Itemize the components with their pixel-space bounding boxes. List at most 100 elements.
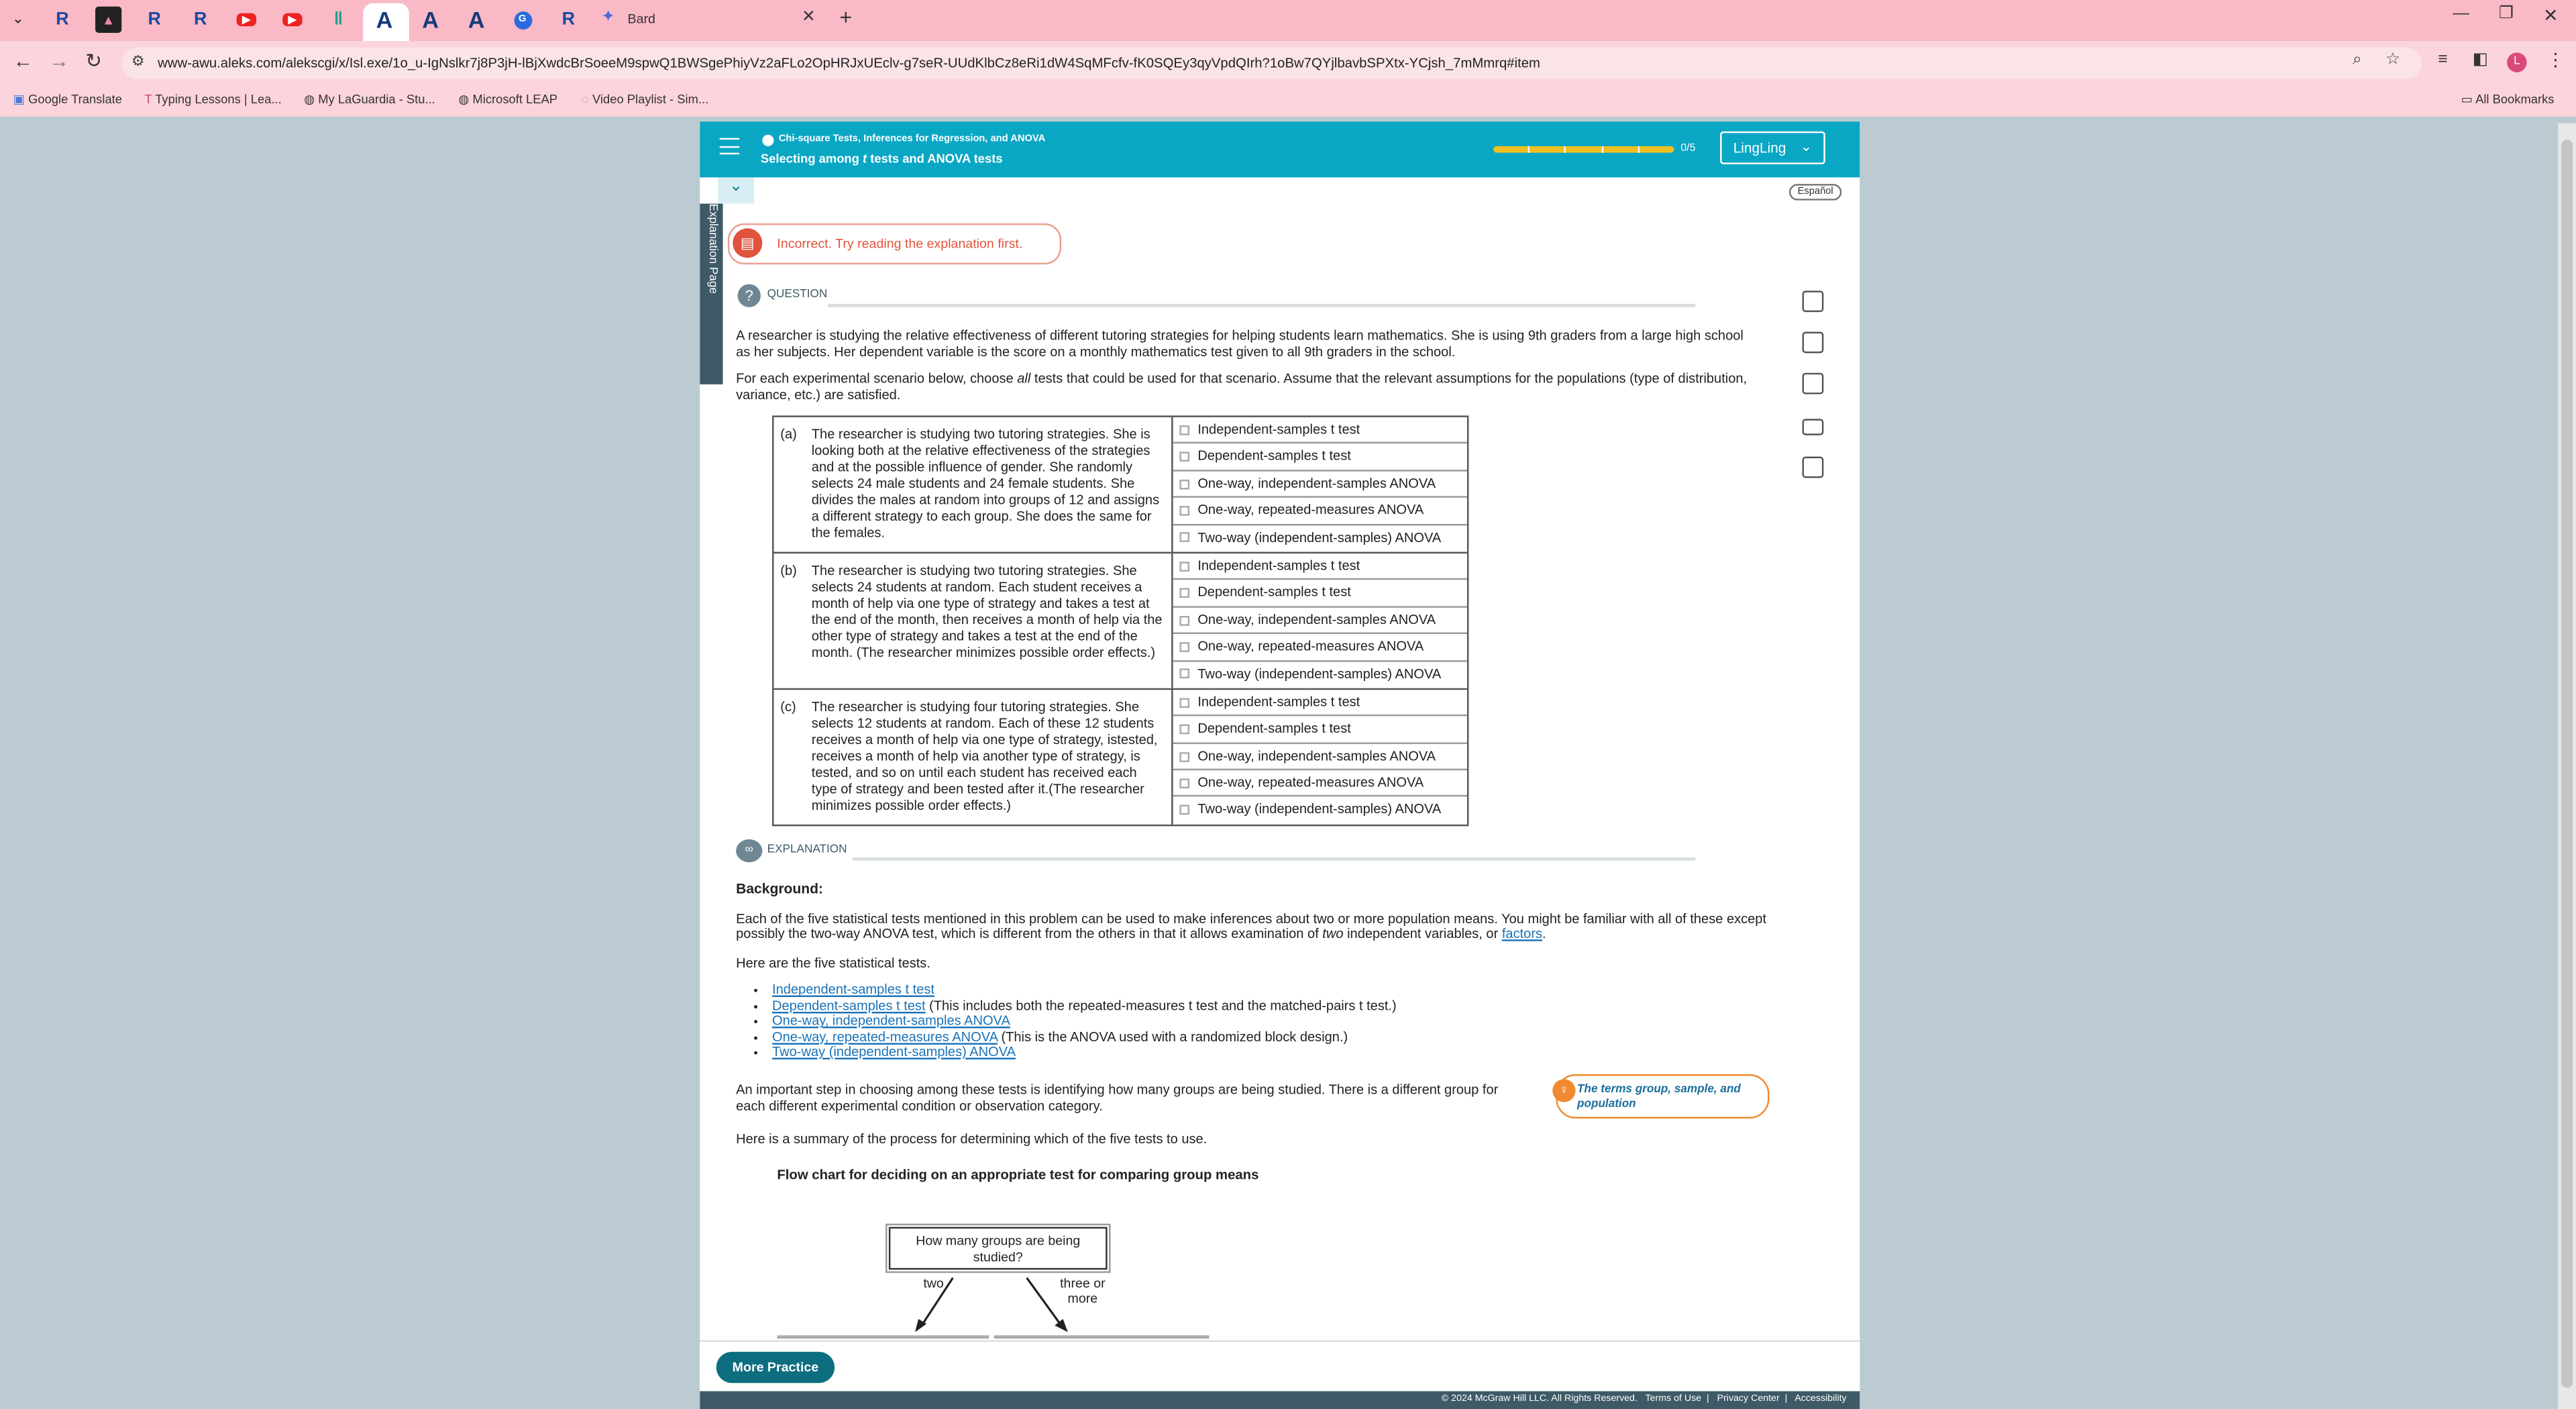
terms-link[interactable]: Terms of Use [1646, 1394, 1702, 1404]
tab-icon-aleks-1[interactable]: R [49, 7, 75, 33]
close-icon[interactable]: ✕ [802, 8, 816, 26]
option-checkbox[interactable]: Independent-samples t test [1173, 690, 1467, 717]
option-label: One-way, repeated-measures ANOVA [1197, 775, 1424, 790]
option-checkbox[interactable]: One-way, independent-samples ANOVA [1173, 471, 1467, 499]
hamburger-menu-icon[interactable] [719, 138, 740, 155]
test-link[interactable]: One-way, independent-samples ANOVA [772, 1014, 1010, 1029]
tab-icon-a-2[interactable]: A [417, 7, 443, 33]
checkbox[interactable] [1179, 452, 1190, 462]
option-checkbox[interactable]: Independent-samples t test [1173, 417, 1467, 444]
star-icon[interactable]: ☆ [2385, 51, 2400, 69]
option-checkbox[interactable]: Dependent-samples t test [1173, 580, 1467, 608]
option-checkbox[interactable]: Dependent-samples t test [1173, 717, 1467, 744]
bookmark-label: Google Translate [28, 92, 122, 107]
test-link[interactable]: Dependent-samples t test [772, 998, 925, 1013]
tab-bard[interactable]: ✦ Bard ✕ [595, 5, 832, 38]
collapse-tab[interactable]: ⌄ [718, 177, 755, 204]
scrollbar[interactable] [2558, 123, 2576, 1409]
test-list-item: One-way, repeated-measures ANOVA (This i… [772, 1029, 1774, 1045]
side-panel-icon[interactable]: ◧ [2473, 51, 2488, 69]
zoom-icon[interactable]: ⌕ [2353, 51, 2362, 69]
option-label: Dependent-samples t test [1197, 449, 1351, 464]
factors-link[interactable]: factors [1502, 927, 1542, 941]
checkbox[interactable] [1179, 778, 1190, 788]
checkbox[interactable] [1179, 724, 1190, 735]
site-info-icon[interactable]: ⚙ [131, 52, 145, 70]
scenario-description: (a) The researcher is studying two tutori… [773, 417, 1173, 552]
accessibility-link[interactable]: Accessibility [1794, 1394, 1846, 1404]
tab-icon-youtube-1[interactable]: ▶ [233, 7, 260, 33]
restore-icon[interactable]: ❐ [2499, 5, 2514, 23]
bookmark-leap[interactable]: ◍ Microsoft LEAP [458, 92, 557, 107]
checkbox[interactable] [1179, 751, 1190, 762]
option-label: One-way, independent-samples ANOVA [1197, 612, 1436, 627]
option-checkbox[interactable]: Two-way (independent-samples) ANOVA [1173, 525, 1467, 552]
minimize-icon[interactable]: — [2453, 5, 2469, 23]
privacy-link[interactable]: Privacy Center [1717, 1394, 1780, 1404]
data-icon[interactable] [1802, 372, 1824, 395]
mail-icon[interactable] [1802, 419, 1824, 435]
bookmarks-bar: ▣ Google Translate T Typing Lessons | Le… [0, 85, 2576, 117]
bookmark-video[interactable]: ◌ Video Playlist - Sim... [582, 92, 708, 107]
test-list-item: Dependent-samples t test (This includes … [772, 998, 1774, 1014]
checkbox[interactable] [1179, 805, 1190, 815]
checkbox[interactable] [1179, 615, 1190, 625]
all-bookmarks[interactable]: ▭ All Bookmarks [2461, 92, 2555, 107]
checkbox[interactable] [1179, 697, 1190, 708]
forward-icon[interactable]: → [49, 49, 68, 72]
bookmark-google-translate[interactable]: ▣ Google Translate [13, 92, 122, 107]
tab-icon-chart[interactable]: ‖ [325, 7, 352, 33]
calculator-off-icon[interactable] [1802, 291, 1824, 313]
close-window-icon[interactable]: ✕ [2543, 5, 2559, 26]
checkbox[interactable] [1179, 642, 1190, 652]
option-checkbox[interactable]: Independent-samples t test [1173, 554, 1467, 580]
user-menu-button[interactable]: LingLing ⌄ [1720, 131, 1825, 164]
checkbox[interactable] [1179, 669, 1190, 679]
address-bar[interactable]: ⚙ www-awu.aleks.com/alekscgi/x/Isl.exe/1… [121, 47, 2422, 79]
tab-icon-game[interactable]: ▲ [95, 6, 122, 33]
tab-bard-label: Bard [627, 11, 655, 27]
checkbox[interactable] [1179, 588, 1190, 598]
profile-avatar[interactable]: L [2507, 52, 2527, 72]
tip-box[interactable]: ♀ The terms group, sample, and populatio… [1552, 1074, 1770, 1119]
test-link[interactable]: Independent-samples t test [772, 983, 934, 998]
tab-search-icon[interactable]: ⌄ [8, 10, 28, 30]
scrollbar-thumb[interactable] [2561, 140, 2573, 1388]
tab-icon-youtube-2[interactable]: ▶ [279, 7, 305, 33]
back-icon[interactable]: ← [13, 49, 33, 72]
bookmark-label: Microsoft LEAP [472, 92, 558, 107]
bookmark-label: Video Playlist - Sim... [592, 92, 709, 107]
option-checkbox[interactable]: Dependent-samples t test [1173, 444, 1467, 472]
bookmark-laguardia[interactable]: ◍ My LaGuardia - Stu... [304, 92, 435, 107]
checkbox[interactable] [1179, 533, 1190, 543]
tab-icon-a-1[interactable]: A [371, 7, 397, 33]
checkbox[interactable] [1179, 425, 1190, 435]
bookmark-typing[interactable]: T Typing Lessons | Lea... [145, 92, 282, 107]
new-tab-icon[interactable]: + [839, 5, 852, 30]
print-icon[interactable] [1802, 456, 1824, 478]
option-checkbox[interactable]: One-way, repeated-measures ANOVA [1173, 498, 1467, 525]
option-checkbox[interactable]: One-way, repeated-measures ANOVA [1173, 634, 1467, 662]
checkbox[interactable] [1179, 478, 1190, 489]
test-link[interactable]: One-way, repeated-measures ANOVA [772, 1029, 998, 1044]
tab-icon-a-3[interactable]: A [464, 7, 490, 33]
option-checkbox[interactable]: One-way, independent-samples ANOVA [1173, 607, 1467, 635]
option-checkbox[interactable]: Two-way (independent-samples) ANOVA [1173, 797, 1467, 824]
reload-icon[interactable]: ↻ [85, 49, 102, 72]
checkbox[interactable] [1179, 505, 1190, 516]
more-practice-button[interactable]: More Practice [716, 1351, 835, 1384]
espanol-button[interactable]: Español [1788, 184, 1842, 201]
reading-list-icon[interactable]: ≡ [2438, 51, 2447, 69]
tab-icon-aleks-4[interactable]: R [555, 7, 582, 33]
tab-icon-aleks-3[interactable]: R [187, 7, 213, 33]
checkbox[interactable] [1179, 561, 1190, 572]
option-checkbox[interactable]: Two-way (independent-samples) ANOVA [1173, 661, 1467, 688]
option-checkbox[interactable]: One-way, independent-samples ANOVA [1173, 743, 1467, 771]
calculator-icon[interactable] [1802, 331, 1824, 354]
menu-icon[interactable]: ⋮ [2546, 49, 2565, 70]
tab-icon-blue[interactable]: G [509, 7, 535, 33]
progress-bar [1493, 146, 1674, 153]
tab-icon-aleks-2[interactable]: R [142, 7, 168, 33]
option-checkbox[interactable]: One-way, repeated-measures ANOVA [1173, 770, 1467, 798]
test-link[interactable]: Two-way (independent-samples) ANOVA [772, 1045, 1016, 1059]
